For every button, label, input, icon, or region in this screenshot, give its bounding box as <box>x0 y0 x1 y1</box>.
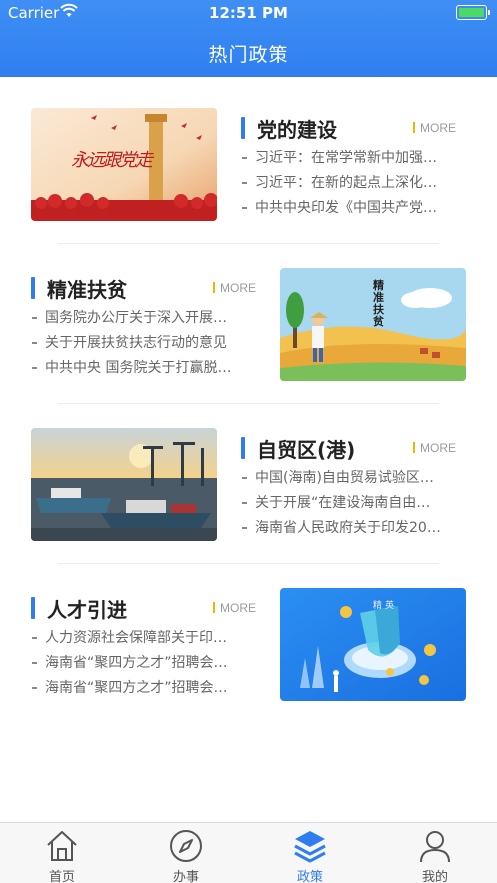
section-marker <box>31 277 35 299</box>
news-item[interactable]: 关于开展扶贫扶志行动的意见 <box>31 331 246 356</box>
more-link[interactable]: MORE <box>413 121 456 135</box>
more-link[interactable]: MORE <box>413 441 456 455</box>
party-building-image[interactable]: 永远跟党走 <box>31 108 217 221</box>
tab-home[interactable]: 首页 <box>0 823 124 883</box>
battery-icon <box>456 5 490 20</box>
talent-image-caption: 精英 <box>373 601 398 611</box>
news-item[interactable]: 人力资源社会保障部关于印… <box>31 626 246 651</box>
divider <box>58 403 439 404</box>
section-marker <box>241 117 245 139</box>
divider <box>58 563 439 564</box>
news-item[interactable]: 习近平：在新的起点上深化… <box>241 171 456 196</box>
tab-label: 办事 <box>172 870 199 883</box>
tab-me[interactable]: 我的 <box>373 823 497 883</box>
policy-section-party: 永远跟党走 党的建设 MORE 习近平：在常学常新中加强… 习近平：在新的起点上… <box>0 98 497 258</box>
tab-policy[interactable]: 政策 <box>248 823 372 883</box>
tab-label: 首页 <box>48 870 75 883</box>
tab-services[interactable]: 办事 <box>124 823 248 883</box>
clock: 12:51 PM <box>209 4 288 22</box>
section-block: 精准扶贫 MORE 国务院办公厅关于深入开展… 关于开展扶贫扶志行动的意见 中共… <box>31 274 256 381</box>
section-marker <box>31 597 35 619</box>
section-title[interactable]: 精准扶贫 <box>47 274 127 303</box>
section-title[interactable]: 自贸区(港) <box>257 434 355 463</box>
news-item[interactable]: 中共中央印发《中国共产党… <box>241 196 456 221</box>
talent-introduction-image[interactable]: 精英 <box>280 588 466 701</box>
layers-icon <box>294 831 326 863</box>
news-item[interactable]: 习近平：在常学常新中加强… <box>241 146 456 171</box>
more-link[interactable]: MORE <box>213 601 256 615</box>
news-item[interactable]: 海南省“聚四方之才”招聘会… <box>31 676 246 701</box>
user-icon <box>420 831 450 863</box>
news-item[interactable]: 中国(海南)自由贸易试验区… <box>241 466 456 491</box>
status-bar: Carrier 12:51 PM <box>0 0 497 26</box>
section-block: 人才引进 MORE 人力资源社会保障部关于印… 海南省“聚四方之才”招聘会… 海… <box>31 594 256 701</box>
header: Carrier 12:51 PM 热门政策 <box>0 0 497 77</box>
compass-icon <box>170 830 202 862</box>
news-item[interactable]: 国务院办公厅关于深入开展… <box>31 306 246 331</box>
poverty-image-caption: 精准扶贫 <box>373 279 384 328</box>
policy-section-poverty: 精准扶贫 MORE 国务院办公厅关于深入开展… 关于开展扶贫扶志行动的意见 中共… <box>0 258 497 418</box>
section-title[interactable]: 人才引进 <box>47 594 127 623</box>
news-item[interactable]: 海南省“聚四方之才”招聘会… <box>31 651 246 676</box>
news-item[interactable]: 关于开展“在建设海南自由… <box>241 491 456 516</box>
section-block: 自贸区(港) MORE 中国(海南)自由贸易试验区… 关于开展“在建设海南自由…… <box>241 434 456 541</box>
tab-label: 我的 <box>421 870 448 883</box>
free-trade-port-image[interactable] <box>31 428 217 541</box>
news-item[interactable]: 中共中央 国务院关于打赢脱… <box>31 356 246 381</box>
party-image-caption: 永远跟党走 <box>71 150 153 171</box>
page-title: 热门政策 <box>208 44 289 66</box>
section-marker <box>241 437 245 459</box>
tab-bar: 首页 办事 政策 我的 <box>0 822 497 883</box>
more-link[interactable]: MORE <box>213 281 256 295</box>
home-icon <box>47 831 77 861</box>
section-title[interactable]: 党的建设 <box>257 114 337 143</box>
news-item[interactable]: 海南省人民政府关于印发20… <box>241 516 456 541</box>
policy-section-ftz: 自贸区(港) MORE 中国(海南)自由贸易试验区… 关于开展“在建设海南自由…… <box>0 418 497 578</box>
section-block: 党的建设 MORE 习近平：在常学常新中加强… 习近平：在新的起点上深化… 中共… <box>241 114 456 221</box>
poverty-alleviation-image[interactable]: 精准扶贫 <box>280 268 466 381</box>
tab-label: 政策 <box>296 870 323 883</box>
divider <box>58 243 439 244</box>
policy-section-talent: 人才引进 MORE 人力资源社会保障部关于印… 海南省“聚四方之才”招聘会… 海… <box>0 578 497 738</box>
